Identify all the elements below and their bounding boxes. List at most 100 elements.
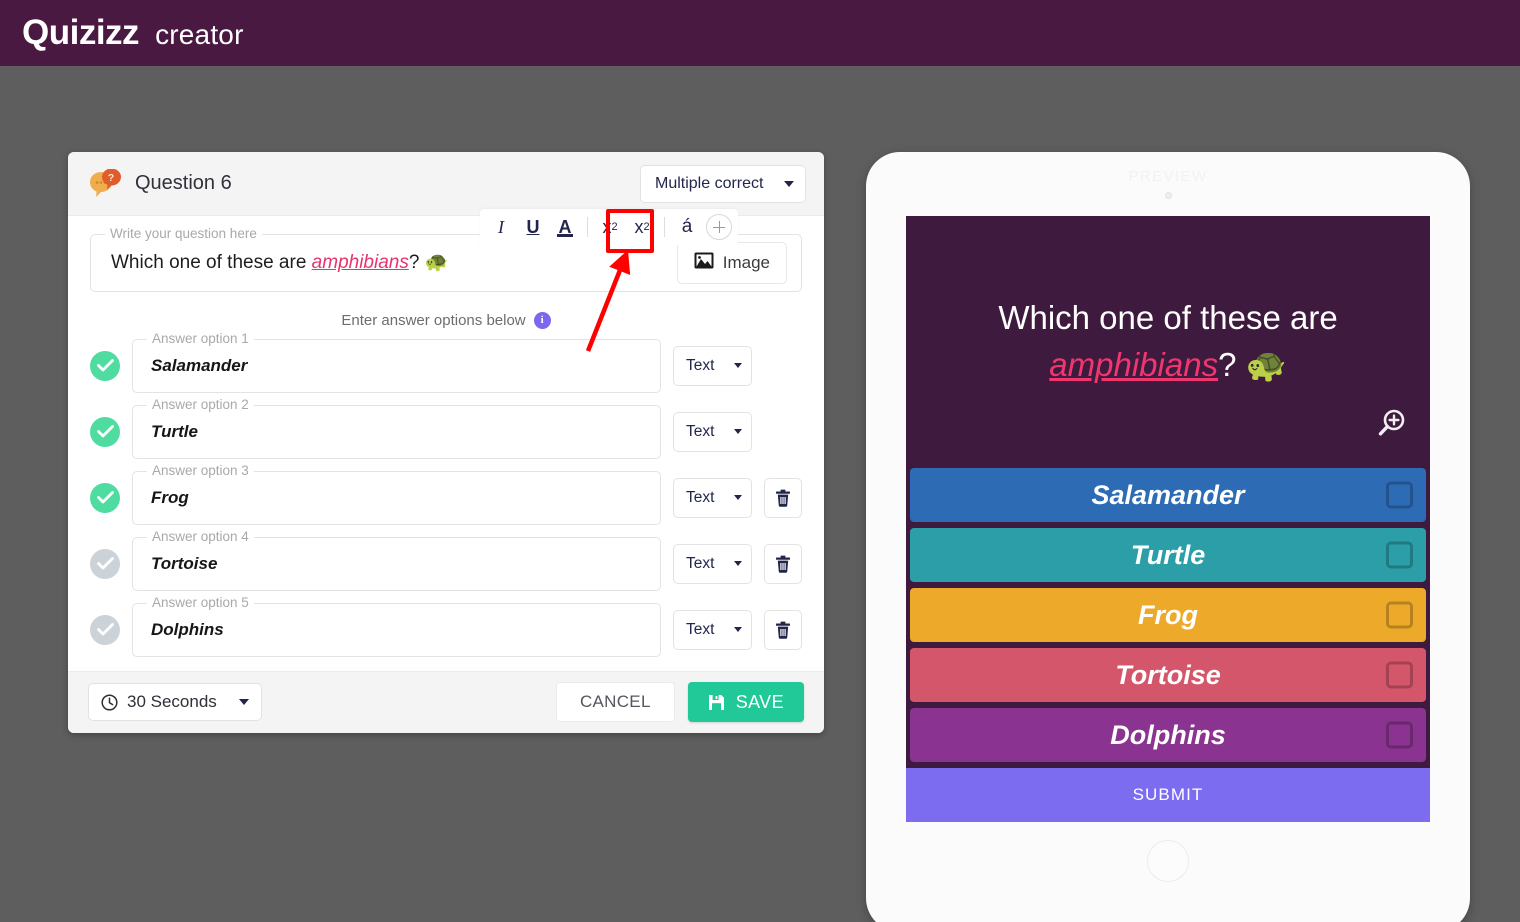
answer-value-3: Frog bbox=[151, 487, 189, 507]
answer-type-dropdown-4[interactable]: Text bbox=[673, 543, 752, 584]
answer-row: Answer option 3 Frog Text bbox=[90, 462, 802, 525]
answers-heading-text: Enter answer options below bbox=[341, 311, 526, 329]
delete-answer-button-4[interactable] bbox=[764, 543, 802, 584]
answer-type-dropdown-2[interactable]: Text bbox=[673, 411, 752, 452]
answer-checkbox-3[interactable] bbox=[1386, 601, 1413, 629]
question-type-value: Multiple correct bbox=[655, 174, 764, 192]
preview-question-text: Which one of these are amphibians? 🐢 bbox=[998, 295, 1337, 389]
answer-type-value-3: Text bbox=[686, 488, 715, 506]
preview-tile-label-3: Frog bbox=[1138, 599, 1198, 630]
answer-checkbox-5[interactable] bbox=[1386, 721, 1413, 749]
logo-text: Quizizz bbox=[22, 13, 140, 52]
special-character-button[interactable]: á bbox=[672, 212, 702, 242]
underline-button[interactable]: U bbox=[518, 212, 548, 242]
preview-tile-4[interactable]: Tortoise bbox=[910, 648, 1426, 702]
chevron-down-icon bbox=[734, 561, 742, 567]
question-field-legend: Write your question here bbox=[105, 226, 262, 241]
preview-question-area: Which one of these are amphibians? 🐢 bbox=[906, 216, 1430, 468]
italic-button[interactable]: I bbox=[486, 212, 516, 242]
answer-type-value-4: Text bbox=[686, 554, 715, 572]
timer-value: 30 Seconds bbox=[127, 692, 217, 712]
preview-tile-5[interactable]: Dolphins bbox=[910, 708, 1426, 762]
answer-input-1[interactable]: Answer option 1 Salamander bbox=[132, 330, 661, 393]
save-button-label: SAVE bbox=[735, 691, 784, 712]
answer-value-2: Turtle bbox=[151, 421, 198, 441]
answer-value-4: Tortoise bbox=[151, 553, 218, 573]
question-text-before: Which one of these are bbox=[111, 252, 312, 273]
question-text-after: ? 🐢 bbox=[408, 252, 449, 273]
camera-dot-icon bbox=[1164, 192, 1172, 199]
answer-row: Answer option 5 Dolphins Text bbox=[90, 594, 802, 657]
editor-header: ? Question 6 Multiple correct bbox=[68, 152, 824, 216]
answer-checkbox-2[interactable] bbox=[1386, 541, 1413, 569]
answer-type-value-1: Text bbox=[686, 356, 715, 374]
app-header: Quizizz creator bbox=[0, 0, 1520, 66]
delete-answer-button-5[interactable] bbox=[764, 609, 802, 650]
text-color-button[interactable]: A bbox=[550, 212, 580, 242]
plus-circle-icon[interactable] bbox=[706, 214, 732, 240]
answer-legend-2: Answer option 2 bbox=[147, 396, 254, 412]
answer-checkbox-1[interactable] bbox=[1386, 481, 1413, 509]
answer-row: Answer option 2 Turtle Text bbox=[90, 396, 802, 459]
floppy-disk-icon bbox=[708, 694, 725, 711]
answer-input-3[interactable]: Answer option 3 Frog bbox=[132, 462, 661, 525]
chevron-down-icon bbox=[734, 429, 742, 435]
chevron-down-icon bbox=[734, 627, 742, 633]
answer-type-value-5: Text bbox=[686, 620, 715, 638]
question-title-group: ? Question 6 bbox=[88, 168, 232, 199]
timer-dropdown[interactable]: 30 Seconds bbox=[88, 683, 262, 722]
preview-tile-label-1: Salamander bbox=[1091, 479, 1245, 510]
answer-input-4[interactable]: Answer option 4 Tortoise bbox=[132, 528, 661, 591]
info-icon[interactable]: i bbox=[533, 311, 551, 329]
save-button[interactable]: SAVE bbox=[687, 682, 804, 723]
preview-submit-button[interactable]: SUBMIT bbox=[906, 768, 1430, 822]
question-bubble-icon: ? bbox=[88, 168, 122, 199]
magnifier-plus-icon[interactable] bbox=[1374, 407, 1408, 446]
answer-input-5[interactable]: Answer option 5 Dolphins bbox=[132, 594, 661, 657]
correct-toggle-1[interactable] bbox=[90, 350, 120, 381]
correct-toggle-5[interactable] bbox=[90, 614, 120, 645]
question-text: Which one of these are amphibians? 🐢 bbox=[111, 251, 448, 276]
question-editor-card: ? Question 6 Multiple correct I U A x2 x… bbox=[68, 152, 824, 733]
tablet-home-button[interactable] bbox=[1147, 840, 1189, 882]
preview-tile-2[interactable]: Turtle bbox=[910, 528, 1426, 582]
preview-question-highlight: amphibians bbox=[1049, 346, 1219, 383]
question-type-dropdown[interactable]: Multiple correct bbox=[640, 164, 806, 203]
subscript-button[interactable]: x2 bbox=[627, 212, 657, 242]
toolbar-divider bbox=[587, 217, 588, 237]
superscript-base: x bbox=[602, 216, 612, 237]
preview-question-after: ? 🐢 bbox=[1218, 346, 1287, 383]
chevron-down-icon bbox=[734, 363, 742, 369]
answer-row: Answer option 1 Salamander Text bbox=[90, 330, 802, 393]
image-button-label: Image bbox=[722, 252, 770, 272]
correct-toggle-2[interactable] bbox=[90, 416, 120, 447]
preview-tile-1[interactable]: Salamander bbox=[910, 468, 1426, 522]
preview-submit-label: SUBMIT bbox=[1132, 785, 1204, 804]
picture-icon bbox=[694, 252, 714, 274]
delete-answer-button-3[interactable] bbox=[764, 477, 802, 518]
answer-input-2[interactable]: Answer option 2 Turtle bbox=[132, 396, 661, 459]
correct-toggle-3[interactable] bbox=[90, 482, 120, 513]
subscript-exp: 2 bbox=[643, 221, 650, 233]
answer-options-list: Answer option 1 Salamander Text Answer o… bbox=[68, 330, 824, 657]
preview-label: PREVIEW bbox=[1128, 168, 1208, 185]
answer-type-dropdown-3[interactable]: Text bbox=[673, 477, 752, 518]
answer-type-dropdown-5[interactable]: Text bbox=[673, 609, 752, 650]
cancel-button[interactable]: CANCEL bbox=[555, 682, 675, 723]
preview-tile-label-4: Tortoise bbox=[1115, 659, 1221, 690]
brand-logo[interactable]: Quizizz creator bbox=[22, 15, 244, 51]
editor-footer: 30 Seconds CANCEL SAVE bbox=[68, 670, 824, 733]
answer-type-value-2: Text bbox=[686, 422, 715, 440]
tablet-preview-frame: PREVIEW Which one of these are amphibian… bbox=[866, 152, 1470, 922]
correct-toggle-4[interactable] bbox=[90, 548, 120, 579]
answer-checkbox-4[interactable] bbox=[1386, 661, 1413, 689]
answer-type-dropdown-1[interactable]: Text bbox=[673, 345, 752, 386]
image-button[interactable]: Image bbox=[676, 241, 787, 284]
preview-answer-tiles: Salamander Turtle Frog Tortoise Dolphins bbox=[906, 468, 1430, 768]
preview-tile-3[interactable]: Frog bbox=[910, 588, 1426, 642]
superscript-button[interactable]: x2 bbox=[595, 212, 625, 242]
preview-screen: Which one of these are amphibians? 🐢 Sal… bbox=[906, 216, 1430, 822]
answers-heading: Enter answer options below i bbox=[68, 311, 824, 329]
preview-tile-label-2: Turtle bbox=[1130, 539, 1206, 570]
formatting-toolbar: I U A x2 x2 á bbox=[480, 209, 738, 245]
